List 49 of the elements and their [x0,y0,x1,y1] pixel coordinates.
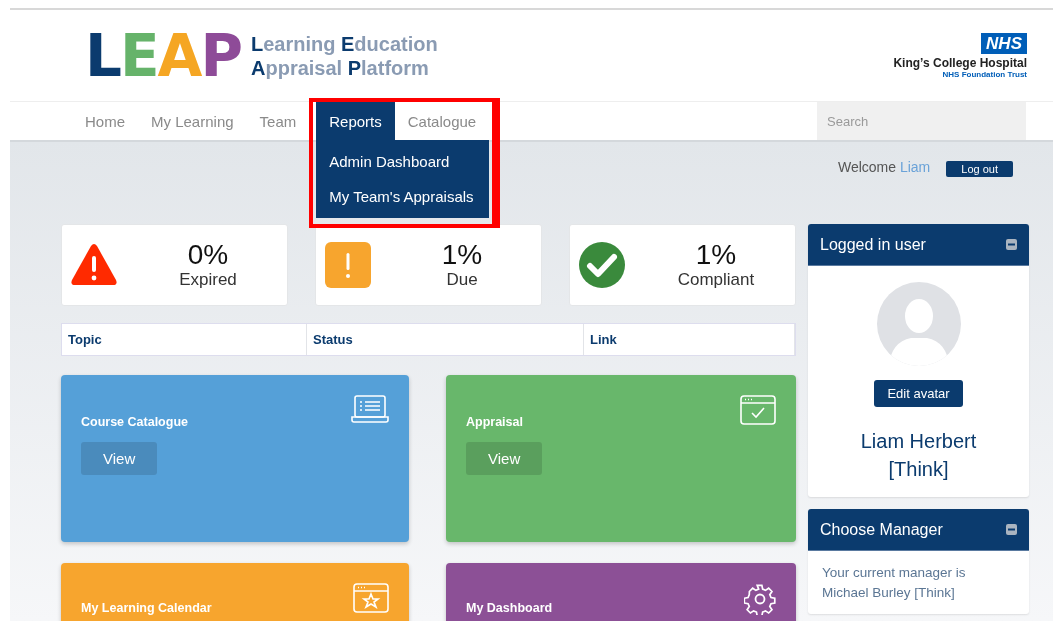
tile-card[interactable]: My Learning Calendar [61,563,409,621]
organisation-subtitle: NHS Foundation Trust [942,69,1027,79]
organisation-name: King’s College Hospital [893,55,1027,70]
browser-check-icon [740,395,776,425]
settings-icon [744,583,776,615]
nav-tab[interactable]: My Learning [138,102,247,140]
logo-wordmark: LEAP [85,26,241,85]
stat-value: 0% [187,239,229,271]
tile-title: Appraisal [466,415,524,429]
column-header: Topic [62,324,307,355]
stat-value: 1% [441,239,483,271]
view-button[interactable]: View [466,442,543,475]
tile-title: My Dashboard [466,601,554,615]
alert-icon [325,242,371,288]
nav-tab[interactable]: Team [246,102,310,140]
tile-card[interactable]: Course Catalogue View [61,375,409,542]
view-button[interactable]: View [81,442,158,475]
tile-title: Course Catalogue [81,415,189,429]
user-name: Liam Herbert [Think] [859,429,978,482]
edit-avatar-button[interactable]: Edit avatar [874,380,963,407]
avatar-icon [876,282,961,366]
column-header: Status [307,324,584,355]
laptop-icon [351,395,389,423]
panel-title: Logged in user [820,235,926,254]
nav-tab[interactable]: Home [72,102,138,140]
nhs-badge: NHS [981,32,1027,54]
logo-tagline: Learning Education [251,31,438,56]
tile-card[interactable]: My Dashboard [446,563,796,621]
collapse-icon[interactable] [1006,239,1017,250]
menu-item[interactable]: Admin Dashboard [316,144,490,179]
logo-tagline: Appraisal Platform [251,55,430,80]
welcome-text: Welcome Liam [837,159,931,175]
column-header: Link [584,324,795,355]
menu-item[interactable]: My Team's Appraisals [316,179,490,214]
check-icon [579,242,625,288]
search-field[interactable]: Search [817,102,1026,140]
tile-card[interactable]: Appraisal View [446,375,796,542]
stat-value: 1% [695,239,737,271]
nav-tab[interactable]: Catalogue [394,102,490,140]
warning-icon [70,243,118,287]
collapse-icon[interactable] [1006,524,1017,535]
manager-text: Your current manager is Michael Burley [Think] [822,564,967,602]
stat-label: Expired [179,270,237,291]
nav-tab[interactable]: Reports [316,102,395,140]
stat-label: Due [446,270,478,291]
tile-title: My Learning Calendar [81,601,213,615]
logout-button[interactable]: Log out [946,161,1013,177]
panel-title: Choose Manager [820,520,943,539]
stat-label: Compliant [677,270,755,291]
